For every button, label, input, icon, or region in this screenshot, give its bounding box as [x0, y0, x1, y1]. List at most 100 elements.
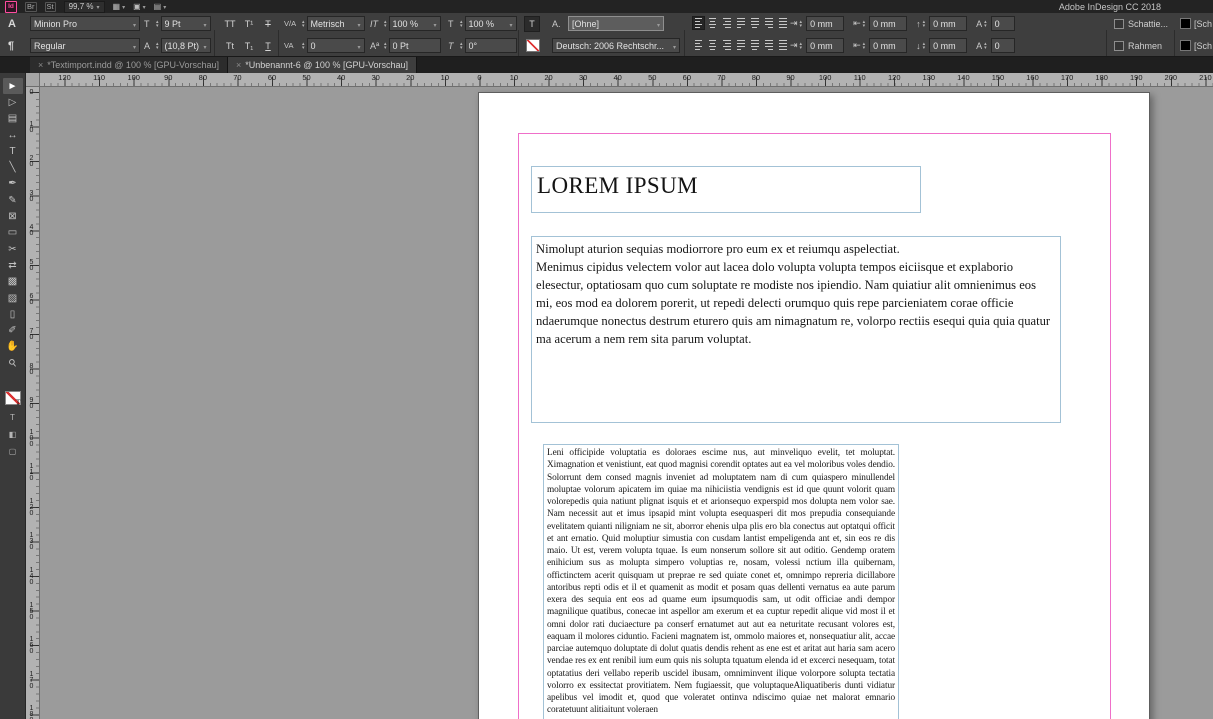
stepper-icon[interactable] — [302, 20, 305, 28]
drop-cap-lines-field[interactable]: 0 — [990, 16, 1015, 31]
subscript-button[interactable]: T₁ — [241, 37, 257, 54]
border-checkbox[interactable] — [1114, 40, 1124, 51]
horizontal-ruler[interactable]: 1301201101009080706050403020100102030405… — [26, 73, 1213, 87]
gradient-swatch-tool[interactable]: ▩ — [3, 274, 23, 290]
justify-right-button[interactable] — [762, 38, 775, 52]
stepper-icon[interactable] — [863, 42, 866, 50]
fill-color-proxy[interactable]: T — [4, 391, 21, 407]
align-right-button[interactable] — [720, 38, 733, 52]
justify-left-button[interactable] — [734, 38, 747, 52]
rectangle-tool[interactable]: ▭ — [3, 225, 23, 241]
close-tab-icon[interactable]: × — [236, 60, 241, 70]
stepper-icon[interactable] — [460, 20, 463, 28]
stock-icon[interactable]: St — [44, 1, 56, 12]
body-text-frame[interactable]: Leni officipide voluptatia es doloraes e… — [543, 444, 899, 719]
right-indent-field[interactable]: 0 mm — [869, 16, 908, 31]
stepper-icon[interactable] — [302, 42, 305, 50]
stepper-icon[interactable] — [923, 20, 926, 28]
selection-tool[interactable]: ► — [2, 78, 23, 95]
superscript-button[interactable]: T¹ — [241, 15, 257, 32]
formatting-affects-text-button[interactable]: T — [10, 413, 15, 422]
apply-color-button[interactable]: ◧ — [9, 430, 17, 439]
align-center-button[interactable] — [706, 38, 719, 52]
title-text-frame[interactable]: LOREM IPSUM — [531, 166, 921, 213]
vertical-scale-select[interactable]: 100 % — [384, 15, 441, 32]
eyedropper-tool[interactable]: ✐ — [3, 322, 23, 338]
stepper-icon[interactable] — [156, 20, 159, 28]
zoom-level-select[interactable]: 99,7 % — [63, 0, 105, 13]
document-tab[interactable]: × *Unbenannt-6 @ 100 % [GPU-Vorschau] — [227, 57, 417, 73]
vertical-ruler[interactable]: 0 10 20 30 40 50 60 70 80 90 100 110 120 130 140 150 160… — [26, 87, 40, 719]
stepper-icon[interactable] — [384, 42, 387, 50]
close-tab-icon[interactable]: × — [38, 60, 43, 70]
drop-cap-chars-field[interactable]: 0 — [990, 38, 1015, 53]
justify-center-button[interactable] — [748, 38, 761, 52]
language-select[interactable]: Deutsch: 2006 Rechtschr... — [552, 37, 680, 54]
gradient-feather-tool[interactable]: ▨ — [3, 290, 23, 306]
small-caps-button[interactable]: Tt — [222, 37, 238, 54]
stepper-icon[interactable] — [384, 20, 387, 28]
justify-center-button[interactable] — [748, 16, 761, 30]
shading-color-swatch[interactable]: [Schwarz] — [1180, 15, 1212, 32]
shading-checkbox[interactable] — [1114, 18, 1124, 29]
character-style-select[interactable]: [Ohne] — [568, 15, 664, 32]
strikethrough-button[interactable]: T — [260, 15, 276, 32]
document-tab[interactable]: × *Textimport.indd @ 100 % [GPU-Vorschau] — [30, 57, 228, 73]
gap-tool[interactable]: ↔ — [3, 127, 23, 143]
skew-field[interactable]: 0° — [460, 37, 517, 54]
justify-left-button[interactable] — [734, 16, 747, 30]
stepper-icon[interactable] — [800, 42, 803, 50]
justify-all-button[interactable] — [776, 16, 789, 30]
paragraph-border-control[interactable]: Rahmen — [1114, 37, 1162, 54]
text-frame-options-button[interactable]: T — [524, 15, 540, 32]
font-size-select[interactable]: 9 Pt — [156, 15, 211, 32]
paragraph-formatting-toggle[interactable]: ¶ — [8, 37, 14, 54]
scissors-tool[interactable]: ✂ — [3, 241, 23, 257]
horizontal-scale-select[interactable]: 100 % — [460, 15, 517, 32]
document-canvas[interactable]: LOREM IPSUM Nimolupt aturion sequias mod… — [40, 87, 1213, 719]
arrange-documents-button[interactable]: ▤ — [154, 2, 167, 11]
font-family-select[interactable]: Minion Pro — [30, 15, 140, 32]
view-options-button[interactable]: ▦ — [113, 2, 126, 11]
justify-right-button[interactable] — [762, 16, 775, 30]
page-tool[interactable]: ▤ — [3, 111, 23, 127]
type-tool[interactable]: T — [3, 143, 23, 159]
last-line-indent-field[interactable]: 0 mm — [869, 38, 908, 53]
stepper-icon[interactable] — [984, 20, 987, 28]
screen-mode-button[interactable]: ▣ — [133, 2, 146, 11]
free-transform-tool[interactable]: ⇄ — [3, 257, 23, 273]
baseline-shift-field[interactable]: 0 Pt — [384, 37, 441, 54]
screen-mode-toggle-button[interactable]: ▢ — [9, 447, 17, 456]
character-formatting-toggle[interactable]: A — [8, 15, 16, 32]
font-style-select[interactable]: Regular — [30, 37, 140, 54]
direct-selection-tool[interactable]: ▷ — [3, 94, 23, 110]
all-caps-button[interactable]: TT — [222, 15, 238, 32]
pen-tool[interactable]: ✒ — [3, 176, 23, 192]
line-tool[interactable]: ╲ — [3, 159, 23, 175]
stepper-icon[interactable] — [800, 20, 803, 28]
stepper-icon[interactable] — [863, 20, 866, 28]
border-color-swatch[interactable]: [Schwarz] — [1180, 37, 1212, 54]
first-line-indent-field[interactable]: 0 mm — [806, 38, 845, 53]
align-right-button[interactable] — [720, 16, 733, 30]
note-tool[interactable]: ▯ — [3, 306, 23, 322]
kerning-select[interactable]: Metrisch — [302, 15, 365, 32]
space-before-field[interactable]: 0 mm — [929, 16, 968, 31]
left-indent-field[interactable]: 0 mm — [806, 16, 845, 31]
leading-select[interactable]: (10,8 Pt) — [156, 37, 211, 54]
fill-none-swatch[interactable] — [526, 37, 540, 54]
rectangle-frame-tool[interactable]: ⊠ — [3, 208, 23, 224]
stepper-icon[interactable] — [460, 42, 463, 50]
justify-all-button[interactable] — [776, 38, 789, 52]
intro-text-frame[interactable]: Nimolupt aturion sequias modiorrore pro … — [531, 236, 1061, 423]
bridge-icon[interactable]: Br — [25, 1, 37, 12]
align-left-button[interactable] — [692, 38, 705, 52]
underline-button[interactable]: T — [260, 37, 276, 54]
ruler-origin-corner[interactable] — [26, 73, 40, 87]
align-left-button[interactable] — [692, 16, 705, 30]
align-center-button[interactable] — [706, 16, 719, 30]
stepper-icon[interactable] — [984, 42, 987, 50]
paragraph-shading-control[interactable]: Schattie... — [1114, 15, 1168, 32]
stepper-icon[interactable] — [923, 42, 926, 50]
tracking-select[interactable]: 0 — [302, 37, 365, 54]
